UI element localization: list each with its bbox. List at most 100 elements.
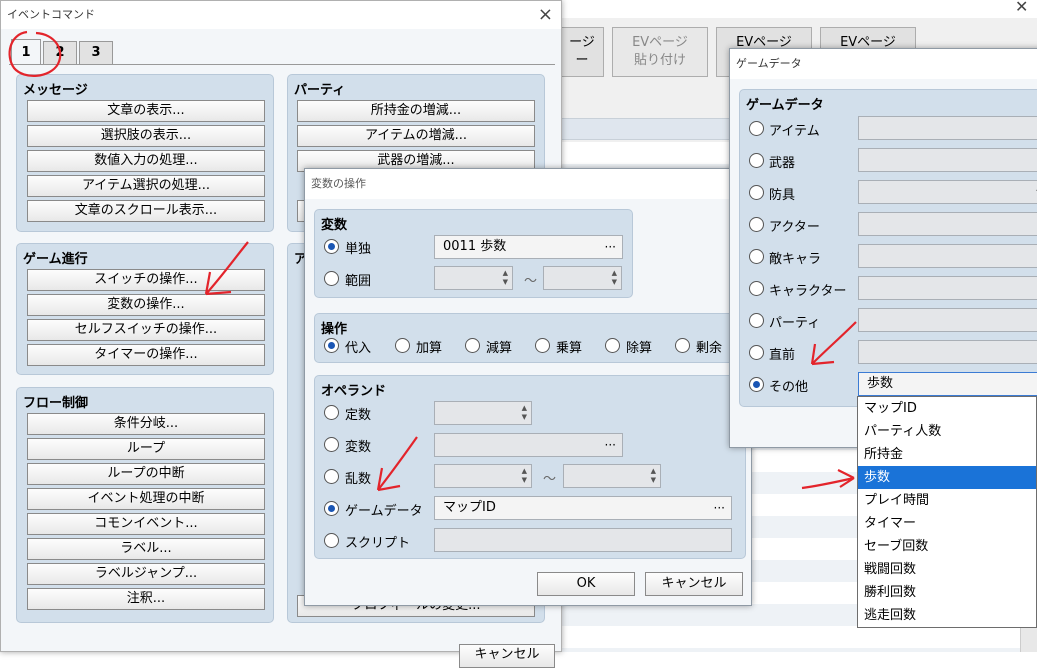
gamedata-option-label: アクター [769, 220, 820, 235]
conditional-branch-button[interactable]: 条件分岐... [27, 413, 265, 435]
range-start-spinner[interactable]: ▲ ▼ [434, 266, 513, 290]
op-set-radio[interactable] [324, 338, 339, 353]
control-variables-button[interactable]: 変数の操作... [27, 294, 265, 316]
tab-panel-border [9, 64, 555, 65]
break-loop-button[interactable]: ループの中断 [27, 463, 265, 485]
label-button[interactable]: ラベル... [27, 538, 265, 560]
op-sub-radio[interactable] [465, 338, 480, 353]
scroll-text-button[interactable]: 文章のスクロール表示... [27, 200, 265, 222]
gamedata-option-combo[interactable]: ▼ [858, 244, 1037, 268]
operand-constant-radio[interactable] [324, 405, 339, 420]
dropdown-item[interactable]: 歩数 [858, 466, 1036, 489]
gamedata-option-radio[interactable] [749, 377, 764, 392]
random-max-spinner[interactable]: ▲ ▼ [563, 464, 661, 488]
gamedata-option-combo[interactable]: ▼ [858, 308, 1037, 332]
gamedata-option-label: キャラクター [769, 284, 847, 299]
single-radio[interactable] [324, 239, 339, 254]
dropdown-item[interactable]: パーティ人数 [858, 420, 1036, 443]
loop-button[interactable]: ループ [27, 438, 265, 460]
control-self-switch-button[interactable]: セルフスイッチの操作... [27, 319, 265, 341]
dropdown-item[interactable]: マップID [858, 397, 1036, 420]
ok-button[interactable]: OK [537, 572, 635, 596]
dropdown-item[interactable]: タイマー [858, 512, 1036, 535]
op-sub-label: 減算 [486, 341, 513, 356]
dropdown-item[interactable]: 所持金 [858, 443, 1036, 466]
gamedata-option-combo[interactable]: ▼ [858, 116, 1037, 140]
gamedata-option-label: 武器 [769, 156, 796, 171]
operand-random-radio[interactable] [324, 469, 339, 484]
tab-1[interactable]: 1 [11, 39, 41, 65]
tab-3[interactable]: 3 [79, 41, 113, 65]
gamedata-option-radio[interactable] [749, 249, 764, 264]
dropdown-item[interactable]: セーブ回数 [858, 535, 1036, 558]
gamedata-option-radio[interactable] [749, 281, 764, 296]
bg-evpage-paste-button[interactable]: EVページ 貼り付け [612, 27, 708, 77]
control-timer-button[interactable]: タイマーの操作... [27, 344, 265, 366]
gamedata-option-combo[interactable]: ▼ [858, 148, 1037, 172]
bg-evpage-button-0[interactable]: ージ ー [560, 27, 604, 77]
operand-variable-selector[interactable]: ··· [434, 433, 623, 457]
operand-group-title: オペランド [321, 384, 387, 399]
change-items-button[interactable]: アイテムの増減... [297, 125, 535, 147]
operand-variable-label: 変数 [345, 440, 372, 455]
change-gold-button[interactable]: 所持金の増減... [297, 100, 535, 122]
gamedata-option-combo[interactable]: 歩数▼ [858, 372, 1037, 396]
common-event-button[interactable]: コモンイベント... [27, 513, 265, 535]
script-input[interactable] [434, 528, 732, 552]
op-mod-radio[interactable] [675, 338, 690, 353]
jump-to-label-button[interactable]: ラベルジャンプ... [27, 563, 265, 585]
gamedata-option-radio[interactable] [749, 345, 764, 360]
dropdown-item[interactable]: 戦闘回数 [858, 558, 1036, 581]
spinner-arrows-icon: ▲ ▼ [521, 467, 527, 484]
select-item-button[interactable]: アイテム選択の処理... [27, 175, 265, 197]
single-label: 単独 [345, 242, 372, 257]
gamedata-option-radio[interactable] [749, 121, 764, 136]
operand-constant-spinner[interactable]: ▲ ▼ [434, 401, 532, 425]
single-variable-selector[interactable]: 0011 歩数 ··· [434, 235, 623, 259]
gamedata-option-radio[interactable] [749, 153, 764, 168]
gamedata-option-combo[interactable]: ▼ [858, 276, 1037, 300]
background-close-icon[interactable]: ✕ [1015, 0, 1028, 16]
range-tilde: ～ [524, 274, 538, 289]
dropdown-item[interactable]: プレイ時間 [858, 489, 1036, 512]
operand-variable-radio[interactable] [324, 437, 339, 452]
tab-2[interactable]: 2 [43, 41, 77, 65]
cancel-button[interactable]: キャンセル [645, 572, 743, 596]
operand-random-label: 乱数 [345, 472, 372, 487]
gamedata-option-radio[interactable] [749, 217, 764, 232]
op-div-radio[interactable] [605, 338, 620, 353]
gamedata-option-combo[interactable]: ▼ [858, 340, 1037, 364]
background-titlebar [560, 0, 1037, 18]
ellipsis-icon: ··· [604, 438, 616, 452]
operand-constant-label: 定数 [345, 408, 372, 423]
random-min-spinner[interactable]: ▲ ▼ [434, 464, 532, 488]
gamedata-option-combo[interactable]: ▼ [858, 212, 1037, 236]
comment-button[interactable]: 注釈... [27, 588, 265, 610]
show-choices-button[interactable]: 選択肢の表示... [27, 125, 265, 147]
operand-gamedata-radio[interactable] [324, 501, 339, 516]
exit-event-button[interactable]: イベント処理の中断 [27, 488, 265, 510]
op-mul-radio[interactable] [535, 338, 550, 353]
range-end-spinner[interactable]: ▲ ▼ [543, 266, 622, 290]
dropdown-item[interactable]: 逃走回数 [858, 604, 1036, 627]
gamedata-option-radio[interactable] [749, 185, 764, 200]
range-radio[interactable] [324, 271, 339, 286]
op-mul-label: 乗算 [556, 341, 583, 356]
dropdown-item[interactable]: 勝利回数 [858, 581, 1036, 604]
show-text-button[interactable]: 文章の表示... [27, 100, 265, 122]
control-switches-button[interactable]: スイッチの操作... [27, 269, 265, 291]
op-add-radio[interactable] [395, 338, 410, 353]
gamedata-window: ゲームデータ ゲームデータ アイテム ▼ 武器 ▼ 防具 ··· アクター ▼ 敵キャラ ▼ キャラ… [729, 48, 1037, 448]
gamedata-selector[interactable]: マップID ··· [434, 496, 732, 520]
operand-script-radio[interactable] [324, 533, 339, 548]
gamedata-option-combo[interactable]: ··· [858, 180, 1037, 204]
gamedata-dropdown-list[interactable]: マップID パーティ人数 所持金 歩数 プレイ時間 タイマー セーブ回数 戦闘回数 勝利回数 逃走… [857, 396, 1037, 628]
spinner-arrows-icon: ▲ ▼ [650, 467, 656, 484]
event-cancel-button[interactable]: キャンセル [459, 644, 555, 668]
close-icon[interactable]: × [538, 1, 553, 29]
flow-control-group-title: フロー制御 [23, 396, 89, 411]
ellipsis-icon: ··· [604, 240, 616, 254]
spinner-arrows-icon: ▲ ▼ [611, 269, 617, 286]
gamedata-option-radio[interactable] [749, 313, 764, 328]
input-number-button[interactable]: 数値入力の処理... [27, 150, 265, 172]
